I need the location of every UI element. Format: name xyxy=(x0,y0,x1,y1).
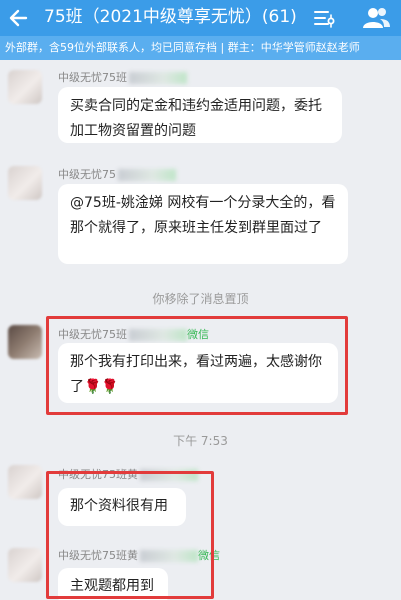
avatar[interactable] xyxy=(8,465,42,499)
avatar[interactable] xyxy=(8,325,42,359)
chat-title: 75班（2021中级尊享无忧）(61) xyxy=(44,7,297,27)
avatar[interactable] xyxy=(8,548,42,582)
chat-list-settings-button[interactable] xyxy=(313,7,335,29)
system-message: 你移除了消息置顶 xyxy=(152,292,249,306)
group-members-icon xyxy=(363,8,390,28)
avatar[interactable] xyxy=(8,166,42,200)
message-bubble[interactable]: @75班-姚淦娣 网校有一个分录大全的，看那个就得了，原来班主任发到群里面过了 xyxy=(58,184,348,264)
back-button[interactable] xyxy=(6,4,34,32)
list-settings-icon xyxy=(314,11,335,28)
timestamp: 下午 7:53 xyxy=(173,434,228,448)
avatar[interactable] xyxy=(8,70,42,104)
external-group-notice[interactable]: 外部群，含59位外部联系人，均已同意存档 | 群主：中华学管师赵赵老师 xyxy=(0,36,401,60)
message-bubble[interactable]: 买卖合同的定金和违约金适用问题，委托加工物资留置的问题 xyxy=(58,87,342,143)
highlight-box xyxy=(46,471,214,599)
sender-name: 中级无忧75 xyxy=(58,166,176,182)
sender-name: 中级无忧75班 xyxy=(58,69,187,85)
back-arrow-icon xyxy=(9,9,28,27)
group-members-button[interactable] xyxy=(361,4,391,32)
top-bar: 75班（2021中级尊享无忧）(61) xyxy=(0,0,401,36)
highlight-box xyxy=(46,316,348,415)
